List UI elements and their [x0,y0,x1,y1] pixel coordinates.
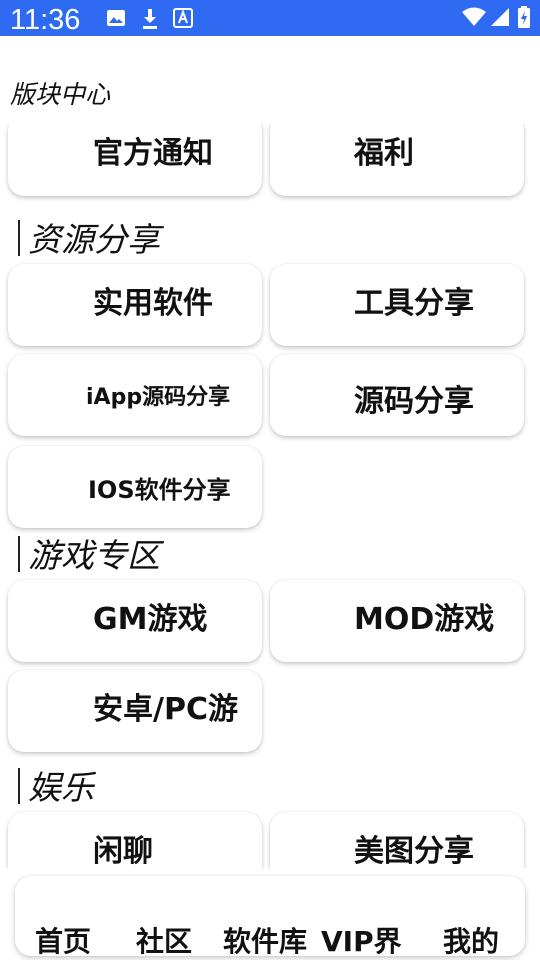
board-card-useful-software[interactable]: 实用软件 [8,264,262,346]
nav-community[interactable]: 社区 [136,922,192,956]
board-card-label: MOD游戏 [354,602,495,637]
signal-icon [490,7,510,31]
board-card-label: 源码分享 [354,384,474,419]
board-card-label: 官方通知 [93,136,213,171]
board-card-label: 实用软件 [93,286,213,321]
board-card-tool-share[interactable]: 工具分享 [270,264,524,346]
board-card-chat[interactable]: 闲聊 [8,812,262,868]
nav-home[interactable]: 首页 [35,922,91,956]
board-card-label: 福利 [354,136,414,171]
image-icon [106,8,126,32]
section-title: 游戏专区 [28,536,160,575]
battery-icon [518,6,530,32]
wifi-icon [462,7,486,31]
board-card-label: 安卓/PC游 [93,692,238,727]
board-list[interactable]: 官方通知 福利 资源分享 实用软件 工具分享 iApp源码分享 源码分享 IOS… [0,124,540,868]
nav-mine[interactable]: 我的 [443,922,499,956]
nav-software-library[interactable]: 软件库 [223,922,307,956]
nav-vip[interactable]: VIP界 [321,922,402,956]
board-card-welfare[interactable]: 福利 [270,124,524,196]
board-card-android-pc-games[interactable]: 安卓/PC游 [8,670,262,752]
board-card-label: 美图分享 [354,834,474,868]
board-card-label: IOS软件分享 [88,476,231,504]
board-card-mod-games[interactable]: MOD游戏 [270,580,524,662]
board-card-ios-software[interactable]: IOS软件分享 [8,446,262,528]
section-marker [18,536,20,572]
board-card-label: iApp源码分享 [86,385,231,410]
status-bar: 11:36 [0,0,540,36]
board-card-label: 闲聊 [93,834,153,868]
section-marker [18,220,20,256]
board-card-official-notice[interactable]: 官方通知 [8,124,262,196]
section-marker [18,768,20,804]
board-card-source-share[interactable]: 源码分享 [270,354,524,436]
board-card-label: GM游戏 [93,602,208,637]
board-card-iapp-source[interactable]: iApp源码分享 [8,354,262,436]
page-title: 版块中心 [10,80,111,109]
section-title: 资源分享 [28,220,160,259]
status-time: 11:36 [10,4,81,36]
download-icon [140,8,160,34]
section-title: 娱乐 [28,768,94,807]
board-card-picture-share[interactable]: 美图分享 [270,812,524,868]
font-icon [173,8,193,32]
bottom-nav: 首页 社区 软件库 VIP界 我的 [15,876,525,956]
board-card-gm-games[interactable]: GM游戏 [8,580,262,662]
board-card-label: 工具分享 [354,286,474,321]
